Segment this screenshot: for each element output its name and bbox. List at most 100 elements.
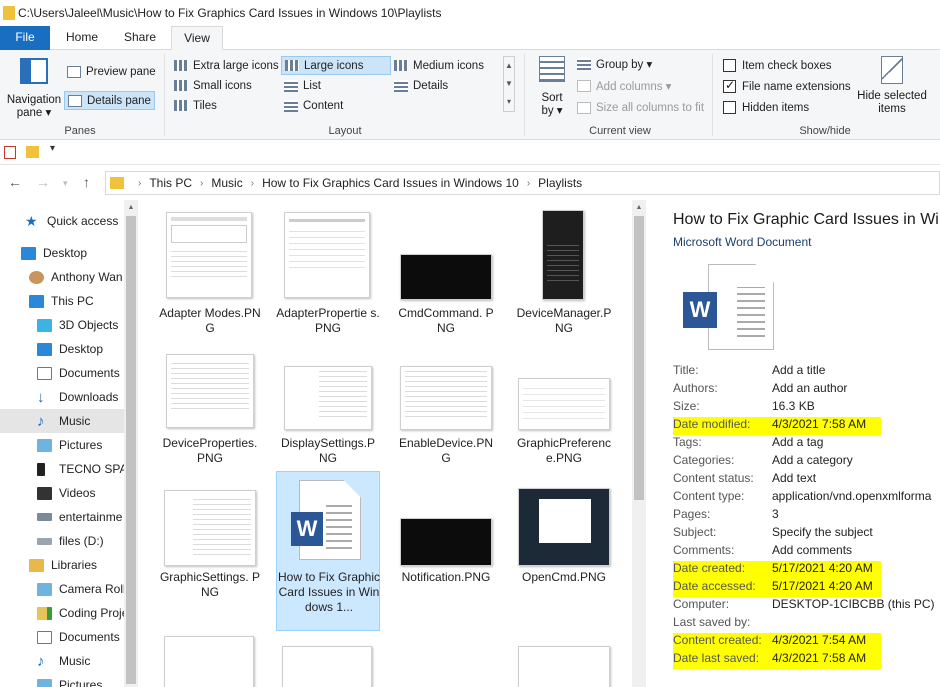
preview-pane-button[interactable]: Preview pane [64, 62, 159, 81]
property-value[interactable]: Add a tag [772, 435, 823, 453]
scroll-up-icon[interactable]: ▲ [632, 204, 646, 211]
property-value[interactable]: Add a title [772, 363, 825, 381]
file-view-scrollbar[interactable]: ▲ [632, 200, 646, 687]
property-value[interactable]: 3 [772, 507, 779, 525]
property-value[interactable]: Add an author [772, 381, 847, 399]
address-bar[interactable]: › This PC › Music › How to Fix Graphics … [105, 171, 940, 195]
property-value[interactable]: application/vnd.openxmlforma [772, 489, 931, 507]
file-tile[interactable]: OpenCmd.PNG [512, 484, 616, 624]
property-value[interactable]: Specify the subject [772, 525, 873, 543]
nav-item-documents[interactable]: Documents [0, 361, 124, 385]
nav-item-user[interactable]: Anthony Wan [0, 265, 124, 289]
property-value[interactable]: DESKTOP-1CIBCBB (this PC) [772, 597, 934, 615]
nav-item-music-lib[interactable]: ♪ Music [0, 649, 124, 673]
nav-item-pictures[interactable]: Pictures [0, 433, 124, 457]
nav-item-camera-roll[interactable]: Camera Roll [0, 577, 124, 601]
forward-arrow-icon[interactable]: → [36, 174, 50, 190]
word-document-icon [708, 264, 774, 350]
item-check-boxes-toggle[interactable]: Item check boxes [720, 56, 834, 75]
layout-small-icons[interactable]: Small icons [171, 76, 255, 95]
property-value[interactable]: 4/3/2021 7:58 AM [772, 651, 866, 669]
layout-tiles[interactable]: Tiles [171, 96, 220, 115]
property-value[interactable]: Add a category [772, 453, 853, 471]
nav-item-desktop-2[interactable]: Desktop [0, 337, 124, 361]
up-arrow-icon[interactable]: ↑ [83, 174, 90, 190]
file-name: DeviceManager.P NG [516, 306, 612, 335]
file-tile[interactable]: DisplaySettings.P NG [276, 352, 380, 472]
tab-home[interactable]: Home [56, 26, 108, 50]
tab-view[interactable]: View [171, 26, 223, 50]
group-by-button[interactable]: Group by ▾ [574, 54, 655, 73]
layout-scroll[interactable]: ▲ ▼ ▾ [503, 56, 515, 112]
nav-item-desktop[interactable]: Desktop [0, 241, 124, 265]
nav-item-phone[interactable]: TECNO SPAR [0, 457, 124, 481]
new-folder-icon[interactable] [26, 146, 39, 158]
nav-item-libraries[interactable]: Libraries [0, 553, 124, 577]
breadcrumb-folder[interactable]: How to Fix Graphics Card Issues in Windo… [262, 176, 519, 190]
nav-item-documents-lib[interactable]: Documents [0, 625, 124, 649]
file-tile[interactable]: Notification.PNG [394, 484, 498, 624]
property-value[interactable]: Add text [772, 471, 816, 489]
size-columns-button[interactable]: Size all columns to fit [574, 98, 707, 117]
file-tile[interactable]: GraphicPreferenc e.PNG [512, 352, 616, 472]
back-arrow-icon[interactable]: ← [8, 174, 22, 190]
pictures-icon [37, 678, 52, 687]
recent-locations-icon[interactable]: ▾ [63, 178, 68, 189]
add-columns-button[interactable]: Add columns ▾ [574, 76, 674, 95]
image-thumbnail[interactable] [518, 646, 610, 687]
layout-list[interactable]: List [281, 76, 324, 95]
details-pane-button[interactable]: Details pane [64, 91, 155, 110]
nav-item-drive-d[interactable]: files (D:) [0, 529, 124, 553]
file-tile[interactable]: GraphicSettings. PNG [158, 484, 262, 624]
scrollbar-thumb[interactable] [634, 216, 644, 500]
layout-content[interactable]: Content [281, 96, 346, 115]
scrollbar-thumb[interactable] [126, 216, 136, 684]
property-value[interactable]: 5/17/2021 4:20 AM [772, 561, 873, 579]
nav-item-network-drive[interactable]: entertainme [0, 505, 124, 529]
tab-file[interactable]: File [0, 26, 50, 50]
layout-details[interactable]: Details [391, 76, 451, 95]
property-value[interactable]: 4/3/2021 7:58 AM [772, 417, 866, 435]
layout-extra-large-icons[interactable]: Extra large icons [171, 56, 282, 75]
hidden-items-toggle[interactable]: Hidden items [720, 98, 812, 117]
file-tile[interactable]: DeviceProperties. PNG [158, 352, 262, 472]
tab-share[interactable]: Share [114, 26, 166, 50]
nav-item-downloads[interactable]: ↓ Downloads [0, 385, 124, 409]
nav-item-pictures-lib[interactable]: Pictures [0, 673, 124, 687]
property-value[interactable]: 16.3 KB [772, 399, 815, 417]
image-thumbnail[interactable] [282, 646, 372, 687]
file-tile[interactable]: EnableDevice.PN G [394, 352, 498, 472]
customize-toolbar-icon[interactable]: ▾ [50, 143, 55, 154]
file-name-extensions-toggle[interactable]: File name extensions [720, 77, 854, 96]
scroll-up-icon[interactable]: ▲ [124, 204, 138, 211]
property-value[interactable]: Add comments [772, 543, 852, 561]
properties-icon[interactable] [4, 146, 16, 159]
nav-pane-scrollbar[interactable]: ▲ [124, 200, 138, 687]
layout-medium-icons[interactable]: Medium icons [391, 56, 487, 75]
nav-item-quick-access[interactable]: ★ Quick access [0, 209, 124, 233]
nav-item-videos[interactable]: Videos [0, 481, 124, 505]
details-icon [394, 79, 408, 92]
property-key: Pages: [673, 507, 711, 521]
file-tile[interactable]: CmdCommand. PNG [394, 208, 498, 348]
hide-selected-button[interactable]: Hide selected items [852, 56, 932, 116]
sort-by-button[interactable]: Sort by ▾ [532, 56, 572, 118]
layout-large-icons[interactable]: Large icons [281, 56, 391, 75]
sort-icon [539, 56, 565, 82]
navigation-pane-button[interactable]: Navigation pane ▾ [6, 56, 62, 119]
file-tile-selected[interactable]: W How to Fix Graphic Card Issues in Wind… [276, 471, 380, 631]
breadcrumb-playlists[interactable]: Playlists [538, 176, 582, 190]
breadcrumb-this-pc[interactable]: This PC [149, 176, 192, 190]
nav-item-this-pc[interactable]: This PC [0, 289, 124, 313]
nav-item-3d-objects[interactable]: 3D Objects [0, 313, 124, 337]
property-value[interactable]: 5/17/2021 4:20 AM [772, 579, 873, 597]
file-tile[interactable]: Adapter Modes.PNG [158, 208, 262, 348]
breadcrumb-music[interactable]: Music [211, 176, 242, 190]
size-columns-label: Size all columns to fit [596, 101, 705, 114]
image-thumbnail[interactable] [164, 636, 254, 687]
property-value[interactable]: 4/3/2021 7:54 AM [772, 633, 866, 651]
file-tile[interactable]: AdapterPropertie s.PNG [276, 208, 380, 348]
file-tile[interactable]: DeviceManager.P NG [512, 208, 616, 348]
nav-item-coding-projects[interactable]: Coding Proje [0, 601, 124, 625]
nav-item-music[interactable]: ♪ Music [0, 409, 124, 433]
